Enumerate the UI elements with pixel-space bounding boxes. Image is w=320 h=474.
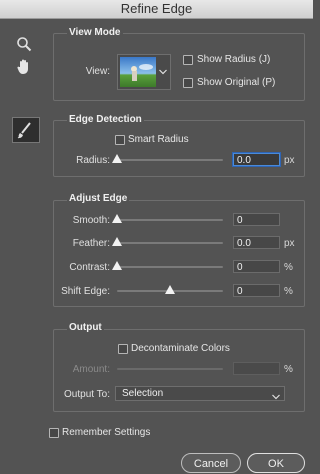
view-thumbnail-icon — [120, 57, 156, 87]
ok-button[interactable]: OK — [247, 453, 305, 473]
smart-radius-checkbox[interactable] — [115, 135, 125, 145]
smooth-input[interactable]: 0 — [233, 213, 280, 226]
output-to-select[interactable]: Selection — [115, 386, 285, 401]
feather-slider-track[interactable] — [117, 242, 223, 244]
shift-edge-label: Shift Edge: — [61, 286, 110, 297]
decontaminate-checkbox[interactable] — [118, 344, 128, 354]
show-radius-checkbox[interactable] — [183, 55, 193, 65]
output-to-value: Selection — [122, 388, 164, 399]
edge-detection-title: Edge Detection — [67, 114, 144, 125]
window-title: Refine Edge — [0, 0, 313, 19]
show-original-label: Show Original (P) — [197, 77, 276, 88]
view-mode-title: View Mode — [67, 27, 123, 38]
radius-label: Radius: — [76, 155, 110, 166]
show-original-checkbox[interactable] — [183, 78, 193, 88]
contrast-slider-thumb[interactable] — [112, 261, 122, 270]
hand-icon[interactable] — [13, 58, 35, 78]
adjust-edge-title: Adjust Edge — [67, 193, 130, 204]
amount-label: Amount: — [72, 364, 110, 375]
edge-detection-section — [53, 120, 305, 177]
contrast-label: Contrast: — [69, 262, 110, 273]
output-title: Output — [67, 322, 104, 333]
contrast-input[interactable]: 0 — [233, 260, 280, 273]
cancel-button[interactable]: Cancel — [181, 453, 241, 473]
smooth-slider-thumb[interactable] — [112, 214, 122, 223]
feather-input[interactable]: 0.0 — [233, 236, 280, 249]
chevron-down-icon — [272, 391, 280, 404]
remember-settings-label: Remember Settings — [62, 427, 151, 438]
contrast-unit: % — [284, 262, 293, 273]
feather-slider-thumb[interactable] — [112, 237, 122, 246]
chevron-down-icon — [159, 67, 167, 78]
contrast-slider-track[interactable] — [117, 266, 223, 268]
shift-edge-unit: % — [284, 286, 293, 297]
shift-edge-slider-thumb[interactable] — [165, 285, 175, 294]
view-label: View: — [85, 66, 110, 77]
radius-unit: px — [284, 155, 295, 166]
amount-unit: % — [284, 364, 293, 375]
amount-input — [233, 362, 280, 375]
amount-slider-track — [117, 368, 223, 370]
refine-radius-brush-icon[interactable] — [12, 117, 40, 143]
shift-edge-input[interactable]: 0 — [233, 284, 280, 297]
feather-label: Feather: — [72, 238, 110, 249]
smooth-slider-track[interactable] — [117, 219, 223, 221]
radius-slider-thumb[interactable] — [112, 154, 122, 163]
decontaminate-label: Decontaminate Colors — [131, 343, 230, 354]
smooth-label: Smooth: — [72, 215, 110, 226]
remember-settings-checkbox[interactable] — [49, 428, 59, 438]
radius-slider-track[interactable] — [117, 159, 223, 161]
output-to-label: Output To: — [64, 389, 110, 400]
feather-unit: px — [284, 238, 295, 249]
smart-radius-label: Smart Radius — [128, 134, 189, 145]
view-mode-dropdown[interactable] — [117, 54, 171, 90]
show-radius-label: Show Radius (J) — [197, 54, 271, 65]
radius-input[interactable]: 0.0 — [233, 153, 280, 166]
zoom-icon[interactable] — [13, 36, 35, 56]
